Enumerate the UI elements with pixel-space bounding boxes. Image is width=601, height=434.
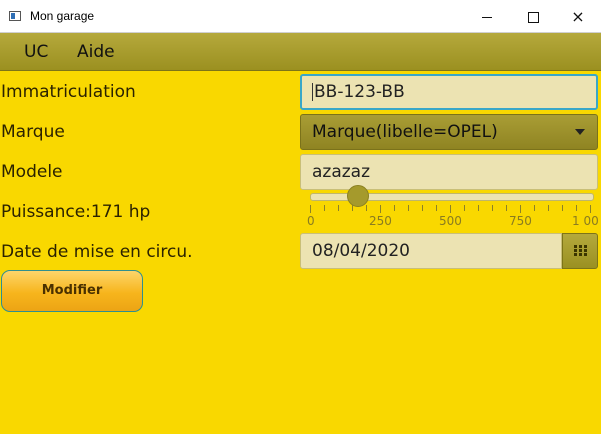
tick-label: 1 00 xyxy=(572,214,599,228)
slider-tick xyxy=(436,205,437,211)
tick-label: 250 xyxy=(369,214,392,228)
tick-label: 0 xyxy=(307,214,315,228)
slider-tick xyxy=(380,205,381,213)
chevron-down-icon xyxy=(575,129,585,135)
maximize-button[interactable] xyxy=(510,0,556,33)
slider-tick xyxy=(590,205,591,213)
calendar-icon xyxy=(574,245,587,257)
date-input[interactable]: 08/04/2020 xyxy=(300,233,562,269)
modele-input[interactable]: azazaz xyxy=(300,154,598,190)
slider-tick xyxy=(478,205,479,211)
close-icon: × xyxy=(571,7,585,26)
immatriculation-value: BB-123-BB xyxy=(314,82,405,102)
title-bar: Mon garage × xyxy=(0,0,601,33)
slider-tick xyxy=(534,205,535,211)
immatriculation-label: Immatriculation xyxy=(1,82,136,102)
slider-ticks xyxy=(310,205,600,213)
slider-tick xyxy=(576,205,577,211)
modifier-button[interactable]: Modifier xyxy=(1,270,143,312)
slider-tick xyxy=(562,205,563,211)
slider-tick xyxy=(492,205,493,211)
slider-tick xyxy=(464,205,465,211)
marque-label: Marque xyxy=(1,122,65,142)
slider-tick xyxy=(310,205,311,213)
menu-bar: UC Aide xyxy=(0,33,601,71)
minimize-icon xyxy=(482,17,492,18)
puissance-slider-thumb[interactable] xyxy=(346,185,369,207)
immatriculation-input[interactable]: BB-123-BB xyxy=(300,74,598,110)
slider-tick xyxy=(548,205,549,211)
maximize-icon xyxy=(527,12,539,23)
slider-tick xyxy=(520,205,521,213)
menu-uc[interactable]: UC xyxy=(24,42,48,62)
close-button[interactable]: × xyxy=(555,0,601,33)
window-title: Mon garage xyxy=(30,9,95,23)
date-label: Date de mise en circu. xyxy=(1,242,193,262)
slider-tick xyxy=(366,205,367,211)
slider-tick xyxy=(408,205,409,211)
slider-tick xyxy=(506,205,507,211)
slider-tick xyxy=(352,205,353,211)
slider-tick xyxy=(422,205,423,211)
slider-tick xyxy=(450,205,451,213)
puissance-label: Puissance:171 hp xyxy=(1,202,151,222)
slider-tick xyxy=(394,205,395,211)
minimize-button[interactable] xyxy=(464,0,510,33)
slider-tick xyxy=(338,205,339,211)
slider-tick xyxy=(324,205,325,211)
date-picker-button[interactable] xyxy=(562,233,598,269)
tick-label: 500 xyxy=(439,214,462,228)
text-caret xyxy=(312,83,313,101)
modele-label: Modele xyxy=(1,162,63,182)
marque-combobox[interactable]: Marque(libelle=OPEL) xyxy=(300,114,598,150)
tick-label: 750 xyxy=(509,214,532,228)
app-window-icon xyxy=(9,11,21,21)
menu-aide[interactable]: Aide xyxy=(77,42,115,62)
marque-selected-value: Marque(libelle=OPEL) xyxy=(312,122,498,142)
